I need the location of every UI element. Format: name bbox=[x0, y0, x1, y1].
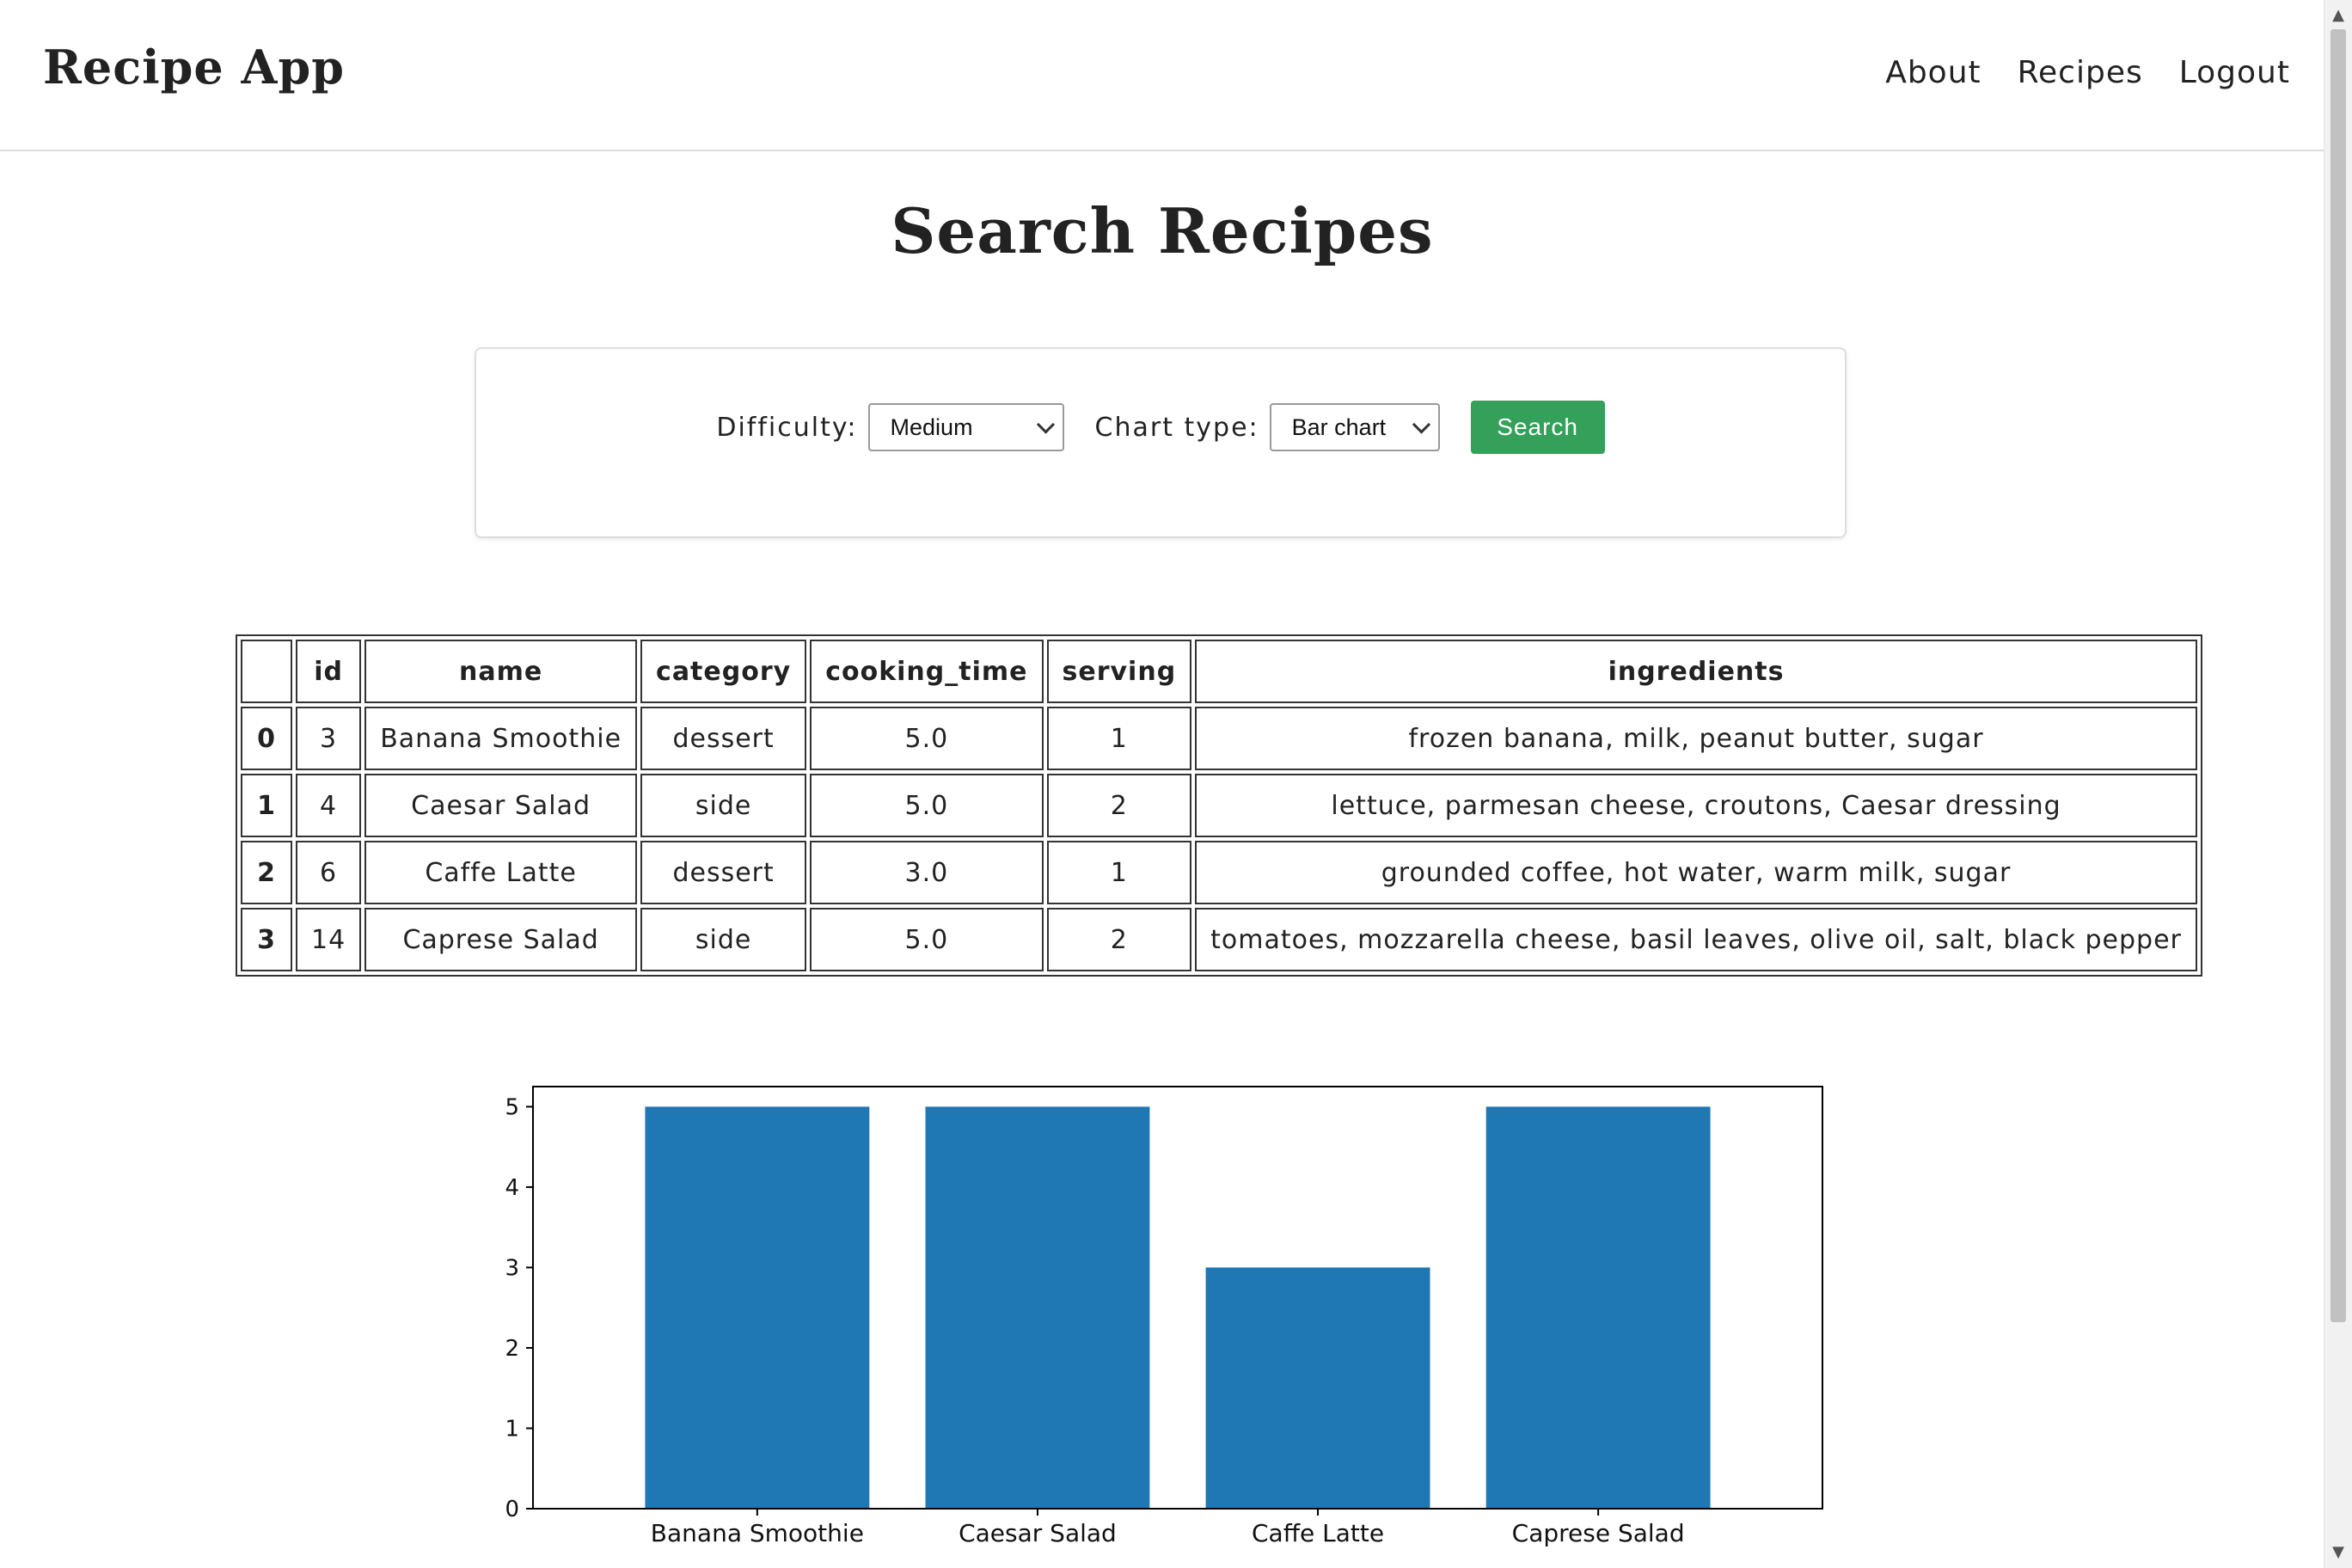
index-column-header bbox=[241, 640, 292, 703]
cell-cooking-time: 3.0 bbox=[810, 841, 1044, 904]
nav-links: About Recipes Logout bbox=[1885, 55, 2290, 90]
search-form-card: Difficulty: Medium Chart type: Bar chart… bbox=[475, 347, 1847, 538]
name-column-header: name bbox=[364, 640, 638, 703]
cell-serving: 2 bbox=[1046, 774, 1192, 837]
scroll-up-arrow-icon[interactable]: ▲ bbox=[2324, 3, 2352, 28]
cell-ingredients: grounded coffee, hot water, warm milk, s… bbox=[1195, 841, 2197, 904]
cell-ingredients: lettuce, parmesan cheese, croutons, Caes… bbox=[1195, 774, 2197, 837]
x-tick-label: Caesar Salad bbox=[959, 1519, 1117, 1547]
app-brand[interactable]: Recipe App bbox=[43, 40, 345, 95]
y-tick-label: 1 bbox=[505, 1416, 519, 1442]
chart-bar bbox=[1485, 1106, 1711, 1509]
cell-ingredients: frozen banana, milk, peanut butter, suga… bbox=[1195, 707, 2197, 770]
row-index: 1 bbox=[241, 774, 292, 837]
table-row: 0 3 Banana Smoothie dessert 5.0 1 frozen… bbox=[241, 707, 2197, 770]
id-column-header: id bbox=[296, 640, 362, 703]
scroll-down-arrow-icon[interactable]: ▼ bbox=[2324, 1540, 2352, 1565]
chart-type-label: Chart type: bbox=[1094, 412, 1259, 443]
table-row: 2 6 Caffe Latte dessert 3.0 1 grounded c… bbox=[241, 841, 2197, 904]
cell-category: side bbox=[640, 908, 807, 971]
serving-column-header: serving bbox=[1046, 640, 1192, 703]
category-column-header: category bbox=[640, 640, 807, 703]
chart-type-select[interactable]: Bar chart bbox=[1269, 403, 1440, 451]
page-scrollbar[interactable]: ▲ ▼ bbox=[2324, 0, 2352, 1568]
cell-name: Caprese Salad bbox=[364, 908, 638, 971]
chart-bar bbox=[925, 1106, 1150, 1509]
x-tick-label: Banana Smoothie bbox=[651, 1519, 864, 1547]
navbar: Recipe App About Recipes Logout bbox=[0, 0, 2324, 151]
cell-id: 3 bbox=[296, 707, 362, 770]
cell-id: 14 bbox=[296, 908, 362, 971]
row-index: 3 bbox=[241, 908, 292, 971]
x-tick-label: Caffe Latte bbox=[1252, 1519, 1384, 1547]
chart-bar bbox=[1205, 1267, 1430, 1509]
cooking-time-bar-chart: Banana Smoothie Caesar Salad Caffe Latte Ca… bbox=[505, 1086, 1823, 1547]
cell-category: dessert bbox=[640, 707, 807, 770]
cell-serving: 1 bbox=[1046, 707, 1192, 770]
cell-name: Caesar Salad bbox=[364, 774, 638, 837]
nav-recipes-link[interactable]: Recipes bbox=[2018, 55, 2143, 90]
cell-serving: 2 bbox=[1046, 908, 1192, 971]
cell-name: Banana Smoothie bbox=[364, 707, 638, 770]
cooking-time-column-header: cooking_time bbox=[810, 640, 1044, 703]
cell-ingredients: tomatoes, mozzarella cheese, basil leave… bbox=[1195, 908, 2197, 971]
y-tick-label: 4 bbox=[505, 1175, 519, 1201]
scrollbar-thumb[interactable] bbox=[2331, 29, 2346, 1322]
chart-type-selected-value: Bar chart bbox=[1291, 413, 1387, 440]
chart-bar bbox=[645, 1106, 870, 1509]
cell-category: side bbox=[640, 774, 807, 837]
difficulty-select[interactable]: Medium bbox=[867, 403, 1064, 451]
search-form: Difficulty: Medium Chart type: Bar chart… bbox=[476, 401, 1845, 454]
chevron-down-icon bbox=[1412, 415, 1430, 434]
table-header-row: id name category cooking_time serving in… bbox=[241, 640, 2197, 703]
search-button[interactable]: Search bbox=[1470, 401, 1605, 454]
cell-cooking-time: 5.0 bbox=[810, 774, 1044, 837]
difficulty-selected-value: Medium bbox=[890, 413, 973, 440]
table-row: 1 4 Caesar Salad side 5.0 2 lettuce, par… bbox=[241, 774, 2197, 837]
y-tick-label: 0 bbox=[505, 1497, 519, 1522]
cell-cooking-time: 5.0 bbox=[810, 707, 1044, 770]
y-tick-label: 2 bbox=[505, 1336, 519, 1362]
cell-name: Caffe Latte bbox=[364, 841, 638, 904]
table-row: 3 14 Caprese Salad side 5.0 2 tomatoes, … bbox=[241, 908, 2197, 971]
results-table: id name category cooking_time serving in… bbox=[236, 634, 2202, 977]
row-index: 2 bbox=[241, 841, 292, 904]
results-table-wrapper: id name category cooking_time serving in… bbox=[236, 634, 2202, 977]
y-tick-label: 3 bbox=[505, 1255, 519, 1281]
difficulty-label: Difficulty: bbox=[716, 412, 858, 443]
row-index: 0 bbox=[241, 707, 292, 770]
x-tick-label: Caprese Salad bbox=[1512, 1519, 1685, 1547]
cell-id: 4 bbox=[296, 774, 362, 837]
ingredients-column-header: ingredients bbox=[1195, 640, 2197, 703]
chevron-down-icon bbox=[1036, 415, 1055, 434]
nav-logout-link[interactable]: Logout bbox=[2179, 55, 2290, 90]
cell-category: dessert bbox=[640, 841, 807, 904]
y-tick-label: 5 bbox=[505, 1094, 519, 1120]
cell-id: 6 bbox=[296, 841, 362, 904]
nav-about-link[interactable]: About bbox=[1885, 55, 1981, 90]
page-title: Search Recipes bbox=[891, 194, 1434, 267]
cell-serving: 1 bbox=[1046, 841, 1192, 904]
cell-cooking-time: 5.0 bbox=[810, 908, 1044, 971]
